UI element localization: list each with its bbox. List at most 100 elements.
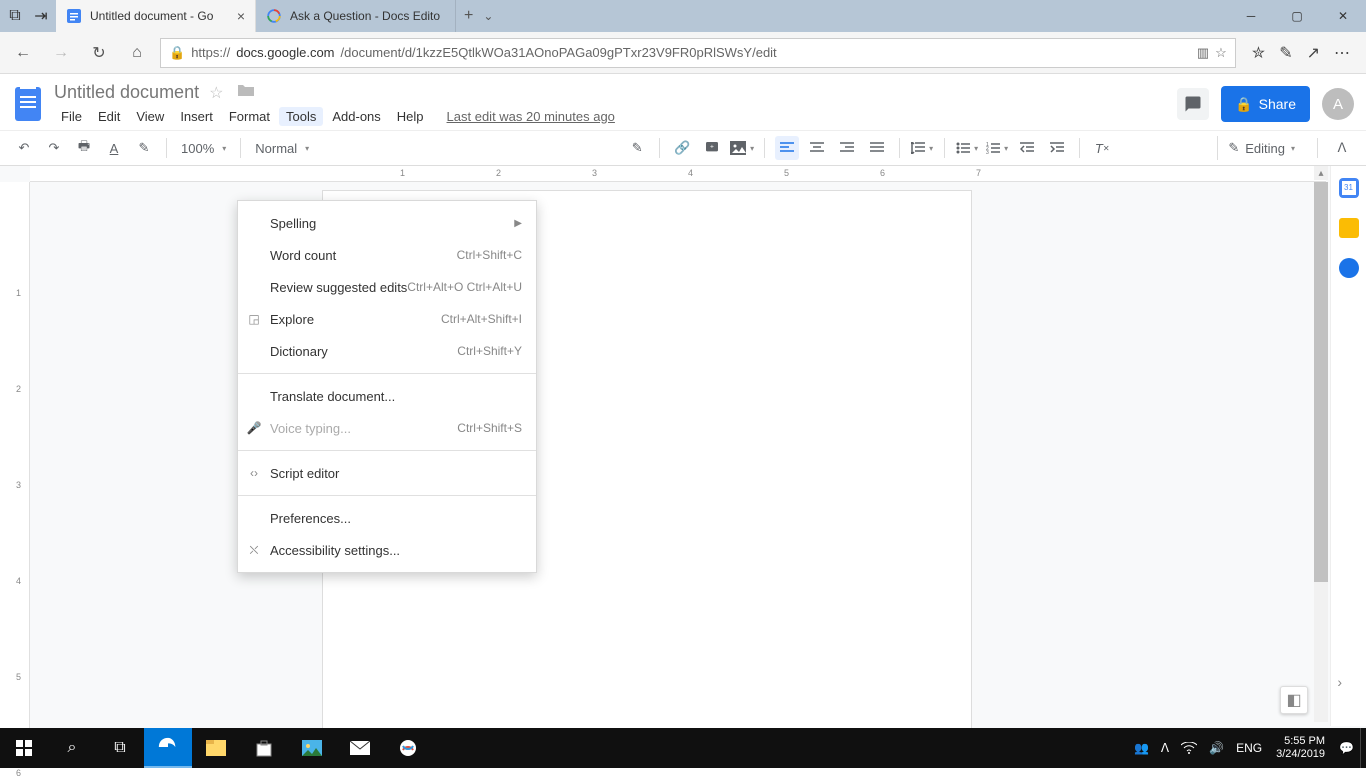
home-button[interactable]: ⌂ [122, 38, 152, 68]
menu-tools[interactable]: Tools [279, 107, 323, 126]
insert-link-button[interactable]: 🔗 [670, 136, 694, 160]
edge-taskbar-icon[interactable] [144, 728, 192, 768]
menu-item-preferences[interactable]: Preferences... [238, 502, 536, 534]
menu-item-review-suggested-edits[interactable]: Review suggested editsCtrl+Alt+O Ctrl+Al… [238, 271, 536, 303]
spellcheck-button[interactable]: A [102, 136, 126, 160]
menu-help[interactable]: Help [390, 107, 431, 126]
menu-item-spelling[interactable]: Spelling▶ [238, 207, 536, 239]
tab-aside-icon[interactable]: ⧉ [6, 7, 24, 25]
menu-addons[interactable]: Add-ons [325, 107, 387, 126]
favorite-icon[interactable]: ☆ [1215, 45, 1227, 61]
start-button[interactable] [0, 728, 48, 768]
file-explorer-taskbar-icon[interactable] [192, 728, 240, 768]
document-canvas[interactable] [30, 182, 1366, 728]
editing-label: Editing [1245, 141, 1285, 156]
url-input[interactable]: 🔒 https://docs.google.com/document/d/1kz… [160, 38, 1236, 68]
tabs-dropdown-icon[interactable]: ⌄ [483, 9, 493, 23]
star-icon[interactable]: ☆ [209, 83, 227, 101]
back-button[interactable]: ← [8, 38, 38, 68]
redo-button[interactable]: ↷ [42, 136, 66, 160]
calendar-addon-icon[interactable]: 31 [1339, 178, 1359, 198]
checklist-button[interactable] [955, 136, 979, 160]
wifi-tray-icon[interactable] [1175, 728, 1203, 768]
docs-logo[interactable] [8, 84, 48, 124]
reading-list-icon[interactable]: ✎ [1279, 43, 1292, 63]
more-icon[interactable]: ⋯ [1334, 43, 1350, 63]
share-button[interactable]: 🔒 Share [1221, 86, 1310, 122]
tasks-addon-icon[interactable] [1339, 258, 1359, 278]
menu-item-script-editor[interactable]: ‹›Script editor [238, 457, 536, 489]
browser-tab[interactable]: Ask a Question - Docs Edito [256, 0, 456, 32]
tray-chevron-icon[interactable]: ᐱ [1155, 728, 1175, 768]
align-center-button[interactable] [805, 136, 829, 160]
explore-button[interactable]: ◧ [1280, 686, 1308, 714]
folder-icon[interactable] [237, 83, 255, 101]
forward-button[interactable]: → [46, 38, 76, 68]
vertical-ruler[interactable]: 123456 [0, 182, 30, 728]
menu-item-accessibility-settings[interactable]: ⛌Accessibility settings... [238, 534, 536, 566]
new-tab-icon[interactable]: + [464, 7, 473, 25]
align-left-button[interactable] [775, 136, 799, 160]
menu-item-word-count[interactable]: Word countCtrl+Shift+C [238, 239, 536, 271]
clear-formatting-button[interactable]: T✕ [1090, 136, 1114, 160]
editing-mode-select[interactable]: ✎ Editing ▾ [1217, 136, 1305, 160]
scroll-up-arrow[interactable]: ▴ [1314, 166, 1328, 180]
style-select[interactable]: Normal [251, 141, 313, 156]
zoom-select[interactable]: 100% [177, 141, 230, 156]
menu-view[interactable]: View [129, 107, 171, 126]
vertical-scrollbar[interactable] [1314, 182, 1328, 722]
insert-comment-button[interactable]: + [700, 136, 724, 160]
menu-separator [238, 450, 536, 451]
people-tray-icon[interactable]: 👥 [1128, 728, 1155, 768]
line-spacing-button[interactable] [910, 136, 934, 160]
set-aside-icon[interactable]: ⇥ [32, 7, 50, 25]
scroll-right-arrow[interactable]: › [1337, 674, 1342, 690]
app-taskbar-icon[interactable] [384, 728, 432, 768]
scrollbar-thumb[interactable] [1314, 182, 1328, 582]
window-minimize[interactable]: ─ [1228, 0, 1274, 32]
comments-button[interactable] [1177, 88, 1209, 120]
notifications-tray-icon[interactable]: 💬 [1333, 728, 1360, 768]
print-button[interactable]: 🖶 [72, 136, 96, 160]
menu-file[interactable]: File [54, 107, 89, 126]
menu-item-dictionary[interactable]: DictionaryCtrl+Shift+Y [238, 335, 536, 367]
menu-format[interactable]: Format [222, 107, 277, 126]
browser-tab-active[interactable]: Untitled document - Go × [56, 0, 256, 32]
align-justify-button[interactable] [865, 136, 889, 160]
store-taskbar-icon[interactable] [240, 728, 288, 768]
reading-view-icon[interactable]: ▥ [1197, 45, 1209, 61]
bulleted-list-button[interactable]: 123 [985, 136, 1009, 160]
last-edit-text[interactable]: Last edit was 20 minutes ago [447, 109, 615, 124]
undo-button[interactable]: ↶ [12, 136, 36, 160]
align-right-button[interactable] [835, 136, 859, 160]
share-icon[interactable]: ↗ [1307, 43, 1320, 63]
menu-item-explore[interactable]: ◲ExploreCtrl+Alt+Shift+I [238, 303, 536, 335]
horizontal-ruler[interactable]: 1234567 [30, 166, 1326, 182]
mail-taskbar-icon[interactable] [336, 728, 384, 768]
account-avatar[interactable]: A [1322, 88, 1354, 120]
window-close[interactable]: ✕ [1320, 0, 1366, 32]
insert-image-button[interactable] [730, 136, 754, 160]
tab-close-icon[interactable]: × [237, 8, 245, 24]
show-desktop-button[interactable] [1360, 728, 1366, 768]
language-indicator[interactable]: ENG [1230, 728, 1268, 768]
task-view-button[interactable]: ⧉ [96, 728, 144, 768]
document-title[interactable]: Untitled document [54, 82, 199, 103]
keep-addon-icon[interactable] [1339, 218, 1359, 238]
search-button[interactable]: ⌕ [48, 728, 96, 768]
menu-insert[interactable]: Insert [173, 107, 220, 126]
menu-item-translate-document[interactable]: Translate document... [238, 380, 536, 412]
paint-format-button[interactable]: ✎ [132, 136, 156, 160]
collapse-toolbar-button[interactable]: ᐱ [1330, 136, 1354, 160]
photos-taskbar-icon[interactable] [288, 728, 336, 768]
taskbar-clock[interactable]: 5:55 PM 3/24/2019 [1268, 735, 1333, 761]
favorites-icon[interactable]: ✮ [1252, 43, 1265, 63]
window-maximize[interactable]: ▢ [1274, 0, 1320, 32]
increase-indent-button[interactable] [1045, 136, 1069, 160]
highlight-color-button[interactable]: ✎ [625, 136, 649, 160]
volume-tray-icon[interactable]: 🔊 [1203, 728, 1230, 768]
menu-edit[interactable]: Edit [91, 107, 127, 126]
refresh-button[interactable]: ↻ [84, 38, 114, 68]
menu-item-label: Review suggested edits [270, 280, 407, 295]
decrease-indent-button[interactable] [1015, 136, 1039, 160]
